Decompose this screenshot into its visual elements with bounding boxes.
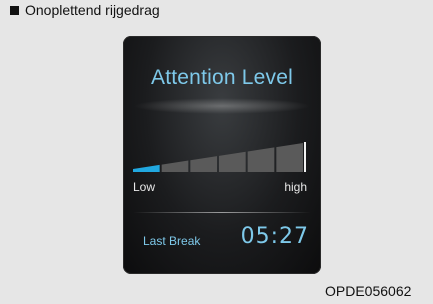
meter-segment-3 xyxy=(190,156,217,172)
square-bullet-icon xyxy=(10,5,19,15)
figure-code: OPDE056062 xyxy=(325,283,412,299)
attention-level-bars xyxy=(133,142,306,172)
attention-display-panel: Attention Level Low high Last Break 05:2… xyxy=(123,36,321,274)
meter-segment-6 xyxy=(276,143,303,172)
last-break-label: Last Break xyxy=(143,234,201,248)
meter-segment-1 xyxy=(133,164,160,172)
title-glow xyxy=(133,98,311,114)
attention-level-meter xyxy=(133,142,309,174)
display-title: Attention Level xyxy=(151,66,293,89)
meter-segment-2 xyxy=(161,160,189,172)
meter-label-low: Low xyxy=(133,180,156,194)
caption: Onoplettend rijgedrag xyxy=(10,2,160,18)
meter-end-marker xyxy=(304,142,306,172)
meter-label-high: high xyxy=(284,180,307,194)
caption-text: Onoplettend rijgedrag xyxy=(25,2,160,18)
last-break-time: 05:27 xyxy=(240,224,309,249)
meter-segment-5 xyxy=(247,147,275,172)
divider xyxy=(133,212,311,213)
meter-segment-4 xyxy=(219,151,246,172)
